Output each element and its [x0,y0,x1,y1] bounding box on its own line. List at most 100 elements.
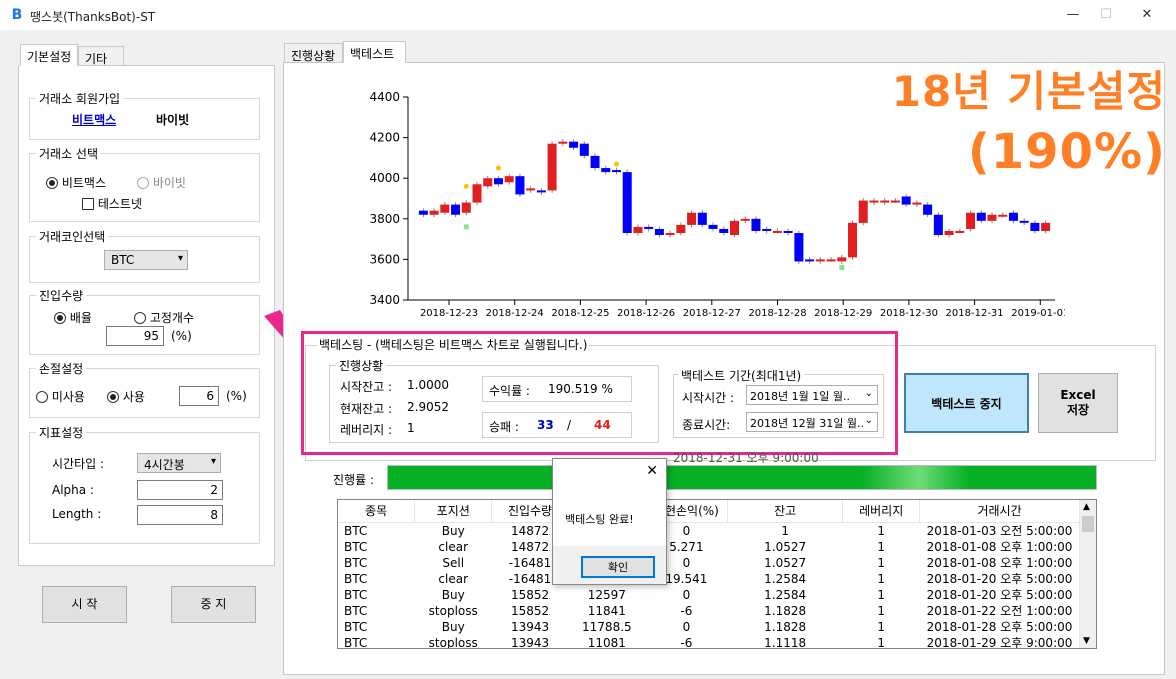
dialog-close-icon[interactable]: ✕ [646,463,658,479]
table-cell: 13943 [510,635,550,649]
testnet-checkbox[interactable]: 테스트넷 [82,195,142,212]
start-date-picker[interactable]: 2018년 1월 1일 월.. ⌄ [746,385,878,405]
length-input[interactable]: 8 [137,505,223,525]
table-cell: 13943 [510,619,550,634]
column-header[interactable]: 포지션 [414,500,493,523]
trade-table[interactable]: 종목 포지션 진입수량 실현손익(%) 잔고 레버리지 거래시간 BTC Buy 14872 0 1… [337,499,1097,649]
radio-fixed-count[interactable]: 고정개수 [134,309,194,326]
x-tick-label: 2018-12-27 [683,308,741,319]
start-time-label: 시작시간 : [682,391,735,405]
start-button[interactable]: 시 작 [42,586,127,623]
table-cell: 2018-01-29 오후 9:00:00 [926,635,1073,649]
excel-save-button[interactable]: Excel 저장 [1038,373,1118,433]
scroll-thumb[interactable] [1082,516,1094,532]
overlay-title-line2: (190%) [967,124,1166,180]
entry-qty-label: 진입수량 [36,287,87,304]
vertical-scrollbar[interactable]: ▲ ▼ [1079,500,1096,648]
minimize-button[interactable]: — [1058,4,1088,26]
candle-body [547,143,557,191]
bybit-signup-link[interactable]: 바이빗 [156,111,189,128]
timetype-dropdown[interactable]: 4시간봉 ▾ [137,453,221,473]
radio-icon [36,391,48,403]
scroll-up-icon[interactable]: ▲ [1083,502,1090,512]
close-button[interactable]: ✕ [1132,4,1162,26]
y-tick-label: 4000 [369,171,400,185]
table-cell: 1.2584 [764,571,807,586]
column-header[interactable]: 거래시간 [919,500,1080,523]
radio-stoploss-off[interactable]: 미사용 [36,388,85,405]
candle-body [837,257,847,262]
table-row[interactable]: BTC Buy 15852 12597 0 1.2584 1 2018-01-20 오후 5:… [338,587,1080,603]
table-cell: BTC [344,539,368,554]
table-cell: clear [438,539,469,554]
table-row[interactable]: BTC Sell -16481 0 1.0527 1 2018-01-08 오후 1:00:… [338,555,1080,571]
candle-body [536,190,546,193]
radio-icon [137,177,149,189]
column-header[interactable]: 잔고 [727,500,844,523]
table-row[interactable]: BTC clear -16481 19.541 1.2584 1 2018-01-20 오후… [338,571,1080,587]
column-header[interactable]: 레버리지 [842,500,921,523]
table-row[interactable]: BTC stoploss 15852 11841 -6 1.1828 1 2018-01-22… [338,603,1080,619]
start-balance-label: 시작잔고 : [340,380,393,394]
x-tick-label: 2019-01-01 [1011,308,1065,319]
candle-body [955,230,965,233]
winloss-box: 승패 : 33 / 44 [482,412,632,438]
wins-value: 33 [537,418,554,432]
table-row[interactable]: BTC clear 14872 5.271 1.0527 1 2018-01-08 오후 1… [338,539,1080,555]
scroll-down-icon[interactable]: ▼ [1083,636,1090,646]
x-tick-label: 2018-12-26 [617,308,675,319]
coin-dropdown[interactable]: BTC ▾ [104,250,188,270]
tab-progress[interactable]: 진행상황 [284,43,343,63]
table-cell: 1.1118 [764,635,807,649]
tab-basic-settings[interactable]: 기본설정 [20,44,78,66]
stoploss-input[interactable]: 6 [179,386,219,406]
radio-bybit[interactable]: 바이빗 [137,174,186,191]
tab-backtest[interactable]: 백테스트 [343,41,406,63]
candle-body [1008,212,1018,221]
bitmex-signup-link[interactable]: 비트맥스 [72,111,116,128]
candle-body [923,204,933,215]
radio-stoploss-on[interactable]: 사용 [107,388,145,405]
status-label: 진행상황 [336,357,387,374]
maximize-button[interactable]: ☐ [1091,4,1121,26]
dialog-footer: 확인 [553,546,666,584]
candle-body [944,230,954,236]
candle-body [998,214,1008,217]
dialog-message: 백테스팅 완료! [565,513,634,526]
candle-body [1019,220,1029,223]
candle-body [762,228,772,231]
candle-body [848,222,858,258]
table-row[interactable]: BTC stoploss 13943 11081 -6 1.1118 1 2018-01-29… [338,635,1080,649]
table-cell: stoploss [428,603,478,618]
candle-body [611,170,621,173]
chevron-down-icon: ⌄ [864,415,873,426]
winloss-label: 승패 : [489,420,519,434]
table-cell: 1.0527 [764,539,807,554]
table-cell: -6 [680,635,693,649]
table-row[interactable]: BTC Buy 13943 11788.5 0 1.1828 1 2018-01-28 오후 … [338,619,1080,635]
table-cell: 15852 [510,603,550,618]
table-cell: BTC [344,555,368,570]
radio-ratio[interactable]: 배율 [54,309,92,326]
stop-button[interactable]: 중 지 [171,586,256,623]
candle-body [654,228,664,236]
backtest-stop-button[interactable]: 백테스트 중지 [904,373,1029,433]
candle-body [826,259,836,262]
table-cell: BTC [344,571,368,586]
alpha-input[interactable]: 2 [137,480,223,500]
table-row[interactable]: BTC Buy 14872 0 1 1 2018-01-03 오전 5:00:00 [338,522,1080,539]
table-cell: 1 [877,555,885,570]
x-tick-label: 2018-12-25 [551,308,609,319]
radio-bitmex[interactable]: 비트맥스 [46,174,106,191]
entry-qty-input[interactable]: 95 [106,326,164,346]
period-group: 백테스트 기간(최대1년) 시작시간 : 2018년 1월 1일 월.. ⌄ 종료… [673,367,884,438]
tab-misc[interactable]: 기타 [78,46,124,66]
table-cell: 1.1828 [764,619,807,634]
x-tick-label: 2018-12-24 [486,308,544,319]
dialog-ok-button[interactable]: 확인 [581,556,655,578]
candle-body [987,214,997,221]
candle-body [676,224,686,234]
column-header[interactable]: 종목 [338,500,416,523]
candle-body [729,220,740,236]
end-date-picker[interactable]: 2018년 12월 31일 월.. ⌄ [746,412,878,432]
